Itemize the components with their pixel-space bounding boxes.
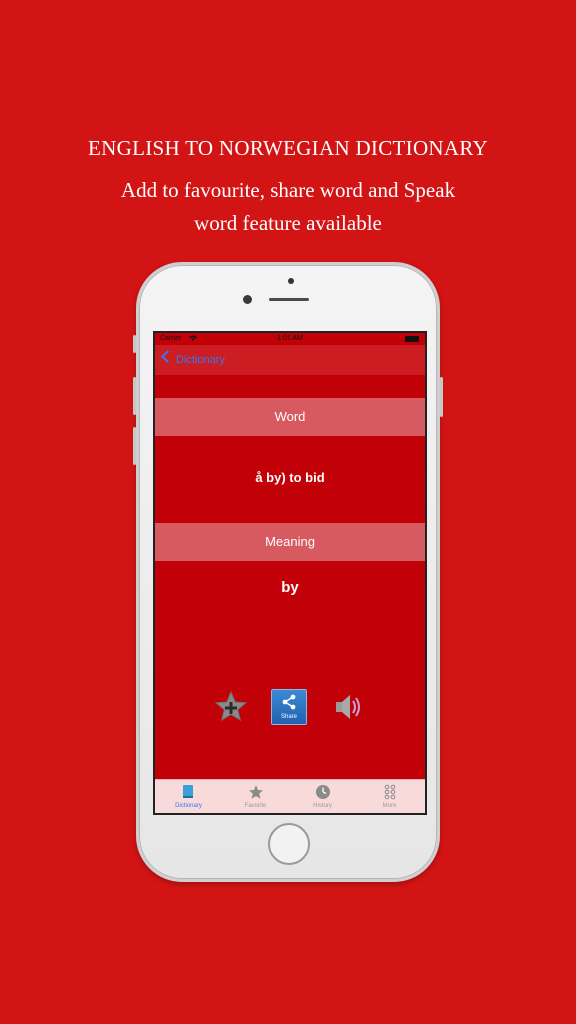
back-button[interactable]: Dictionary [155,345,245,375]
tab-dictionary[interactable]: Dictionary [155,780,222,813]
star-icon [249,785,263,799]
volume-up-button [133,377,136,415]
home-button[interactable] [268,823,310,865]
power-button [440,377,443,417]
add-favorite-button[interactable] [213,689,249,725]
word-value: å by) to bid [255,470,325,485]
front-camera [243,295,252,304]
battery-icon [405,336,419,342]
tab-label: Dictionary [175,803,202,809]
promo-subtitle-line1: Add to favourite, share word and Speak [120,178,456,202]
tab-more[interactable]: More [356,780,423,813]
share-button-label: Share [280,714,297,720]
star-plus-icon [214,690,248,722]
mute-switch [133,335,136,353]
share-icon [282,694,296,710]
share-button[interactable]: Share [271,689,307,725]
tab-history[interactable]: History [289,780,356,813]
earpiece-speaker [269,298,309,301]
promo-subtitle-line2: word feature available [194,211,382,235]
meaning-header: Meaning [155,523,425,561]
chevron-left-icon [161,350,174,363]
book-icon [183,785,193,798]
status-bar: Carrier 1:01 AM [155,333,425,345]
status-time: 1:01 AM [277,335,303,342]
tab-bar: Dictionary Favorite History More [155,779,425,813]
tab-label: Favorite [244,803,267,809]
dictionary-app: Carrier 1:01 AM Dictionary Word å by) to… [155,333,425,813]
word-header: Word [155,398,425,436]
volume-down-button [133,427,136,465]
phone-screen: Carrier 1:01 AM Dictionary Word å by) to… [153,331,427,815]
proximity-sensor [288,278,294,284]
speak-button[interactable] [331,689,367,725]
clock-icon [316,785,330,799]
meaning-value: by [281,579,299,596]
phone-frame: Carrier 1:01 AM Dictionary Word å by) to… [133,262,443,882]
navigation-bar: Dictionary [155,345,425,375]
back-button-label: Dictionary [176,354,225,366]
speaker-icon [336,695,360,719]
more-dots-icon [384,784,396,800]
tab-label: More [382,803,397,809]
promo-title: ENGLISH TO NORWEGIAN DICTIONARY [88,136,488,160]
tab-label: History [313,803,332,809]
tab-favorite[interactable]: Favorite [222,780,289,813]
